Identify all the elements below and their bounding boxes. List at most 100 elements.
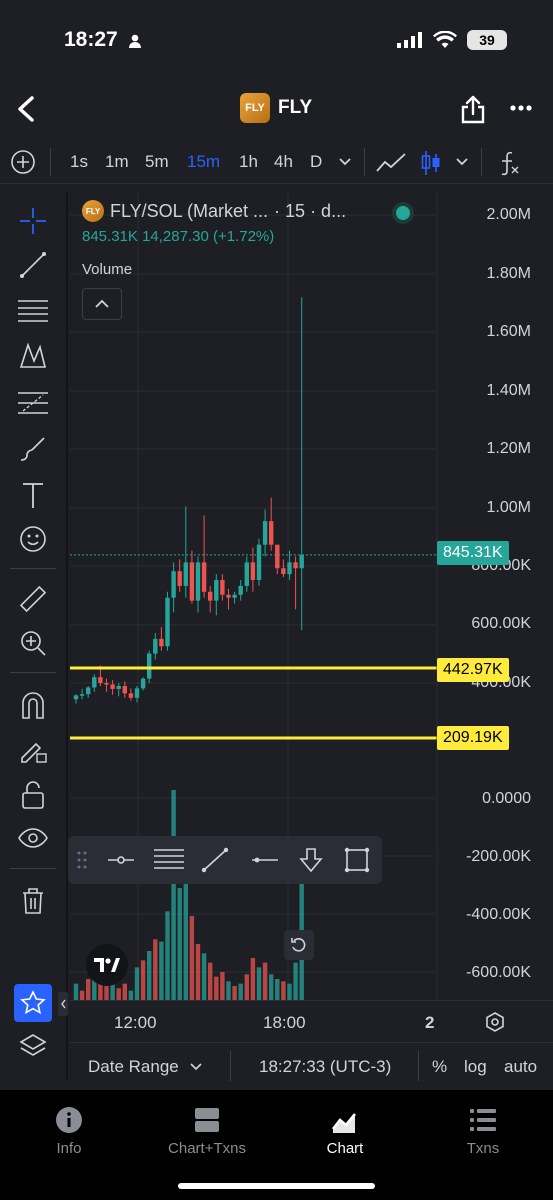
volume-tick: -600.00K (466, 964, 531, 981)
emoji-tool[interactable] (14, 520, 52, 558)
volume-bar (293, 962, 298, 1000)
unlock-icon (22, 781, 44, 809)
tf-4h[interactable]: 4h (274, 152, 293, 172)
date-range-button[interactable]: Date Range (88, 1057, 179, 1077)
tab-info[interactable]: Info (14, 1106, 124, 1157)
signal-icon (397, 32, 422, 48)
volume-bar (189, 916, 195, 1000)
candle-body (195, 562, 201, 601)
pencil-lock-icon (21, 742, 47, 763)
separator (364, 148, 365, 176)
tf-d[interactable]: D (310, 152, 322, 172)
horizontal-ray-icon (108, 856, 134, 864)
chevron-down-icon[interactable] (455, 157, 469, 167)
delete-tool[interactable] (14, 882, 52, 920)
price-tick: 1.40M (486, 382, 531, 399)
chevron-down-icon[interactable] (338, 157, 352, 167)
drag-handle-icon[interactable] (76, 850, 88, 870)
volume-tick: -400.00K (466, 906, 531, 923)
share-icon[interactable] (460, 94, 486, 124)
reset-chart-button[interactable] (284, 930, 314, 960)
candle-body (244, 562, 249, 586)
prediction-tool[interactable] (14, 384, 52, 422)
trendline-tool[interactable] (14, 246, 52, 284)
trash-icon (23, 888, 43, 914)
candle-body (134, 688, 140, 698)
more-icon[interactable] (510, 98, 532, 118)
back-icon[interactable] (12, 94, 40, 124)
zoom-tool[interactable] (14, 624, 52, 662)
candle-body (183, 562, 188, 586)
horizontal-line-tool[interactable] (248, 845, 282, 875)
fib-tool[interactable] (14, 292, 52, 330)
layers-tool[interactable] (14, 1028, 52, 1066)
volume-bar (183, 878, 188, 1000)
clock-timezone[interactable]: 18:27:33 (UTC-3) (259, 1057, 391, 1077)
page-indicator[interactable]: 2 (425, 1013, 434, 1033)
log-toggle[interactable]: log (464, 1057, 487, 1077)
volume-bar (208, 962, 213, 1000)
arrow-down-tool[interactable] (294, 845, 328, 875)
unlock-tool[interactable] (14, 776, 52, 814)
candle-body (159, 638, 164, 647)
time-tick: 12:00 (114, 1013, 157, 1032)
hline-label-2[interactable]: 209.19K (437, 726, 509, 750)
magnet-tool[interactable] (14, 686, 52, 724)
percent-toggle[interactable]: % (432, 1057, 447, 1077)
visibility-tool[interactable] (14, 820, 52, 858)
crosshair-tool[interactable] (14, 202, 52, 240)
settings-icon[interactable] (484, 1011, 506, 1033)
volume-bar (153, 939, 158, 1000)
chevron-down-icon[interactable] (190, 1063, 202, 1071)
reset-icon (291, 938, 306, 952)
auto-toggle[interactable]: auto (504, 1057, 537, 1077)
hline-label-1[interactable]: 442.97K (437, 658, 509, 682)
tradingview-logo[interactable] (86, 944, 128, 986)
tf-1s[interactable]: 1s (70, 152, 88, 172)
tf-5m[interactable]: 5m (145, 152, 169, 172)
crosshair-icon (20, 208, 46, 234)
add-indicator-icon[interactable] (10, 149, 36, 175)
pattern-tool[interactable] (14, 337, 52, 375)
fib-retracement-tool[interactable] (152, 845, 186, 875)
chart-icon (331, 1113, 357, 1133)
volume-bar (104, 986, 109, 1000)
trendline-tool-2[interactable] (198, 845, 232, 875)
candle-body (147, 653, 152, 679)
brush-tool[interactable] (14, 430, 52, 468)
tf-1h[interactable]: 1h (239, 152, 258, 172)
tab-txns[interactable]: Txns (428, 1106, 538, 1157)
favorites-tool[interactable] (14, 984, 52, 1022)
horizontal-ray-tool[interactable] (104, 845, 138, 875)
volume-bar (73, 983, 79, 1000)
volume-bar (201, 953, 207, 1000)
volume-bar (269, 974, 274, 1000)
legend-symbol[interactable]: FLY/SOL (Market ... (110, 201, 268, 222)
legend-values: 845.31K 14,287.30 (+1.72%) (82, 228, 346, 245)
candles-icon[interactable] (420, 150, 442, 176)
volume-bar (214, 976, 219, 1000)
collapse-legend-button[interactable] (82, 288, 122, 320)
tab-chart[interactable]: Chart (290, 1106, 400, 1157)
candle-body (165, 597, 170, 647)
separator (10, 568, 56, 569)
tf-1m[interactable]: 1m (105, 152, 129, 172)
volume-bar (147, 951, 152, 1000)
candle-body (140, 678, 146, 689)
tab-chart-txns[interactable]: Chart+Txns (152, 1106, 262, 1157)
lock-drawing-tool[interactable] (14, 730, 52, 768)
rectangle-tool[interactable] (340, 845, 374, 875)
function-icon[interactable] (498, 150, 522, 176)
candle-body (122, 686, 127, 694)
price-tick: 600.00K (471, 615, 531, 632)
volume-bar (134, 967, 140, 1000)
collapse-sidebar-icon[interactable] (58, 992, 68, 1016)
time-axis[interactable]: 12:00 18:00 2 (70, 1000, 553, 1042)
line-chart-icon[interactable] (376, 152, 406, 174)
text-tool[interactable] (14, 476, 52, 514)
tf-15m[interactable]: 15m (187, 152, 220, 172)
ruler-tool[interactable] (14, 580, 52, 618)
candle-body (250, 562, 256, 581)
volume-bar (238, 983, 243, 1000)
status-time: 18:27 (64, 28, 118, 51)
